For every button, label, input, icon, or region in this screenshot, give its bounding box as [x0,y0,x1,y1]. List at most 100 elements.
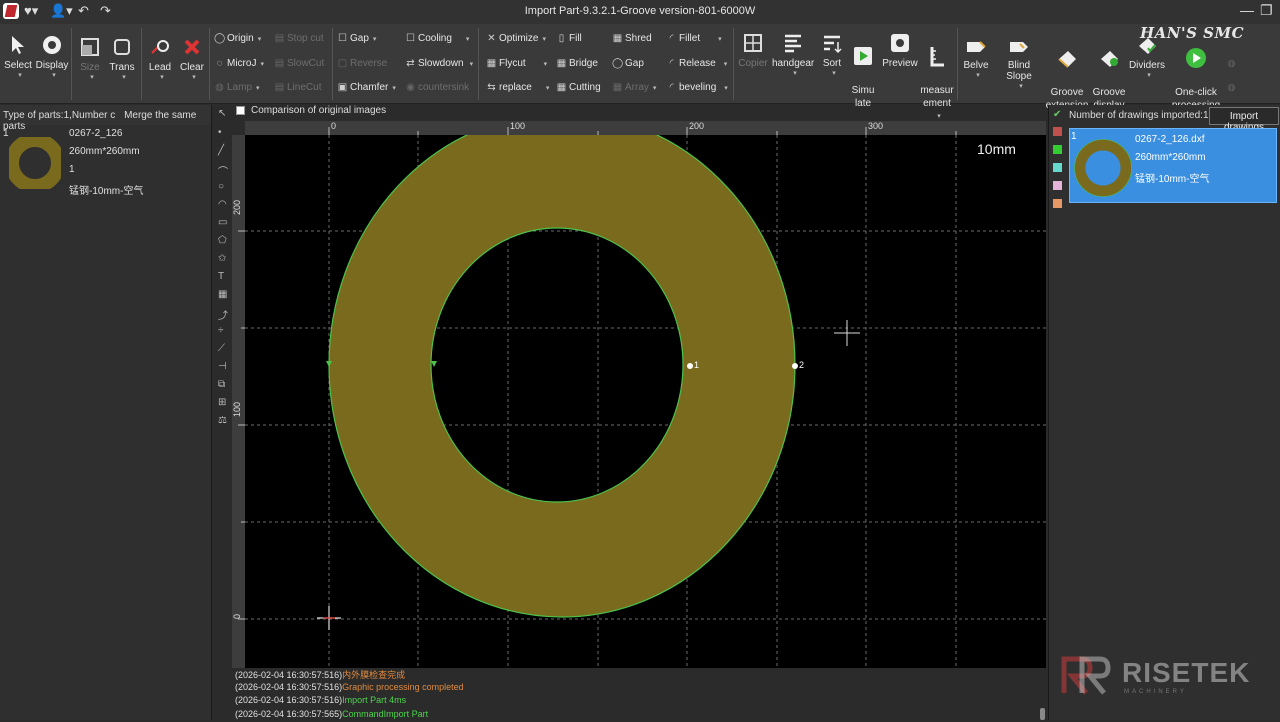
size-button[interactable]: Size▾ [76,36,104,81]
origin-button[interactable]: ◯Origin▾ [214,33,261,44]
part-thumbnail [9,137,61,189]
fill-button[interactable]: ▯Fill [556,33,582,44]
transform-icon [111,36,133,58]
polyline-tool-icon[interactable]: ⌒ [218,163,228,178]
part-ring[interactable] [329,135,795,617]
trim-tool-icon[interactable]: ⟋ [218,343,225,354]
log-time: (2026-02-04 16:30:57:516) [235,682,342,692]
groove-extension-icon [1056,47,1078,69]
polygon-tool-icon[interactable]: ⬠ [218,235,227,246]
sort-button[interactable]: Sort▾ [818,32,846,77]
layer-color-swatch[interactable] [1053,163,1062,172]
grid-tool-icon[interactable]: ▦ [218,289,227,300]
import-drawings-button[interactable]: Import drawings [1209,107,1279,125]
slowdown-icon: ⇄ [405,58,416,69]
drawing-material: 锰钢-10mm-空气 [1135,170,1209,185]
optimize-button[interactable]: ✕Optimize▾ [486,33,546,44]
v-tick-0: 0 [232,614,242,619]
start-point-1[interactable] [687,363,693,369]
simulate-button[interactable]: Simu late [848,32,878,110]
table-tool-icon[interactable]: ⊞ [218,397,226,408]
copier-button[interactable]: Copier [736,32,770,69]
ribbon-extra-2[interactable]: ◍ [1226,82,1239,93]
slowcut-button[interactable]: ▤SlowCut [274,58,324,69]
eye-icon [41,34,63,56]
lead-button[interactable]: Lead▾ [145,36,175,81]
circle-tool-icon[interactable]: ○ [218,181,224,192]
comparison-checkbox[interactable] [236,106,245,115]
reverse-icon: ▢ [337,58,348,69]
display-button[interactable]: Display▾ [35,34,69,79]
layer-color-swatch[interactable] [1053,181,1062,190]
point-label-2: 2 [799,360,804,370]
layer-color-swatch[interactable] [1053,127,1062,136]
slowdown-button[interactable]: ⇄Slowdown▾ [405,58,473,69]
part-material: 锰钢-10mm-空气 [69,182,143,197]
log-message: 内外膜检查完成 [342,670,405,680]
flycut-button[interactable]: ▦Flycut▾ [486,58,547,69]
window-title: Import Part-9.3.2.1-Groove version-801-6… [0,5,1280,17]
select-button[interactable]: Select▾ [2,34,34,79]
groove-extension-button[interactable]: Groove extension [1044,34,1090,112]
blind-slope-button[interactable]: Blind Slope▾ [994,34,1044,90]
restore-icon[interactable]: ❐ [1260,2,1273,19]
lead-tool-icon[interactable]: ⤴ [218,307,228,322]
stop-cut-button[interactable]: ▤Stop cut [274,33,324,44]
cutting-button[interactable]: ▦Cutting [556,82,601,93]
drawing-canvas[interactable]: 1 2 [245,135,1046,668]
minimize-icon[interactable]: — [1240,2,1254,18]
microj-button[interactable]: ◌MicroJ▾ [214,58,264,69]
v-tick-100: 100 [232,402,242,417]
start-point-2[interactable] [792,363,798,369]
measure-tool-icon[interactable]: ⚖ [218,415,227,426]
ribbon-extra-1[interactable]: ◍ [1226,58,1239,69]
shred-icon: ▦ [612,33,623,44]
drawings-panel: ✔ Number of drawings imported:1 Import d… [1048,105,1280,720]
belve-button[interactable]: Belve▾ [960,34,992,79]
groove-display-button[interactable]: Groove display [1090,34,1128,112]
handgear-button[interactable]: handgear▾ [772,32,814,77]
lead-icon [149,36,171,58]
layer-color-swatch[interactable] [1053,145,1062,154]
bridge-button[interactable]: ▦Bridge [556,58,598,69]
point-tool-icon[interactable]: • [218,127,222,138]
preview-button[interactable]: Preview [880,32,920,69]
gap-button[interactable]: ☐Gap▾ [337,33,376,44]
layer-color-swatch[interactable] [1053,199,1062,208]
lamp-button[interactable]: ◍Lamp▾ [214,82,260,93]
copy-tool-icon[interactable]: ⧉ [218,379,225,390]
fillet-button[interactable]: ◜Fillet▾ [666,33,722,44]
chamfer-button[interactable]: ▣Chamfer▾ [337,82,396,93]
extra-1-icon: ◍ [1226,58,1237,69]
linecut-button[interactable]: ▤LineCut [274,82,321,93]
countersink-button[interactable]: ◉countersink [405,82,469,93]
offset-tool-icon[interactable]: ⊣ [218,361,227,372]
line-tool-icon[interactable]: ╱ [218,145,224,156]
text-tool-icon[interactable]: T [218,271,224,282]
clear-button[interactable]: Clear▾ [177,36,207,81]
gap2-button[interactable]: ◯Gap [612,58,644,69]
reverse-button[interactable]: ▢Reverse [337,58,387,69]
trans-button[interactable]: Trans▾ [106,36,138,81]
part-list-item[interactable]: 1 0267-2_126 260mm*260mm 1 锰钢-10mm-空气 [0,125,211,187]
countersink-icon: ◉ [405,82,416,93]
star-tool-icon[interactable]: ✩ [218,253,226,264]
drawing-list-item[interactable]: 1 0267-2_126.dxf 260mm*260mm 锰钢-10mm-空气 [1069,128,1277,203]
replace-button[interactable]: ⇆replace▾ [486,82,549,93]
v-tick-200: 200 [232,200,242,215]
origin-icon: ◯ [214,33,225,44]
log-time: (2026-02-04 16:30:57:516) [235,695,342,705]
shred-button[interactable]: ▦Shred [612,33,652,44]
break-tool-icon[interactable]: ÷ [218,325,224,336]
release-button[interactable]: ◜Release▾ [666,58,727,69]
one-click-processing-button[interactable]: One-click processing [1170,34,1222,112]
one-click-play-icon [1185,47,1207,69]
array-button[interactable]: ▦Array▾ [612,82,656,93]
rectangle-tool-icon[interactable]: ▭ [218,217,227,228]
comparison-label: Comparison of original images [251,105,386,116]
beveling-button[interactable]: ◜beveling▾ [666,82,728,93]
log-scrollbar[interactable] [1040,708,1045,720]
cooling-button[interactable]: ☐Cooling▾ [405,33,469,44]
arc-tool-icon[interactable]: ◠ [218,199,227,210]
pointer-tool-icon[interactable]: ↖ [218,108,226,119]
